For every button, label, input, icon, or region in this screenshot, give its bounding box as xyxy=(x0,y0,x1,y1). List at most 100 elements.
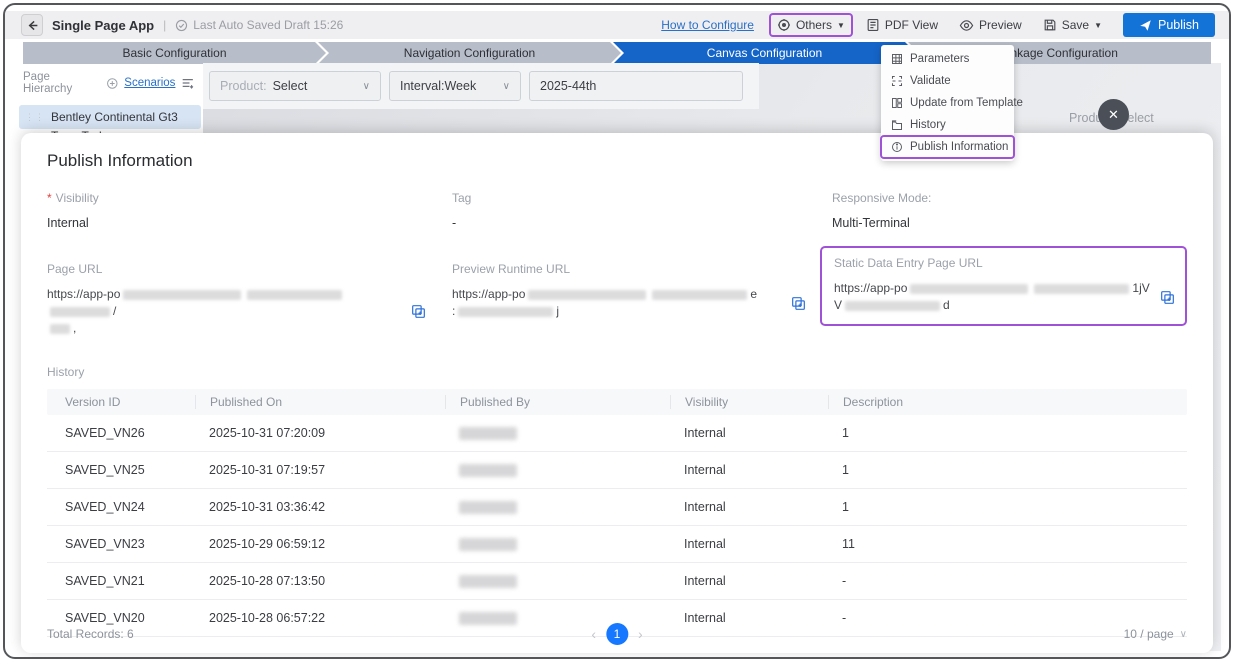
menu-item-label: Publish Information xyxy=(910,141,1008,153)
menu-item-update-from-template[interactable]: Update from Template xyxy=(881,92,1014,114)
floppy-icon xyxy=(1043,18,1057,32)
description-cell: 1 xyxy=(828,426,1187,440)
total-records: Total Records: 6 xyxy=(47,627,134,641)
description-cell: 1 xyxy=(828,463,1187,477)
version-id-cell: SAVED_VN20 xyxy=(47,611,195,625)
panel-title: Publish Information xyxy=(47,151,1187,171)
menu-item-label: Parameters xyxy=(910,53,969,65)
interval-select[interactable]: Interval:Week ∨ xyxy=(389,71,521,101)
description-cell: - xyxy=(828,574,1187,588)
responsive-mode-field: Responsive Mode: Multi-Terminal xyxy=(832,191,1187,230)
published-by-redacted xyxy=(459,464,517,477)
others-label: Others xyxy=(796,18,832,32)
visibility-field: *Visibility Internal xyxy=(47,191,452,230)
arrow-left-icon xyxy=(26,19,39,32)
col-published-on: Published On xyxy=(195,395,445,409)
plus-circle-icon[interactable] xyxy=(106,77,119,90)
scenario-list-icon[interactable] xyxy=(181,77,195,89)
static-data-entry-url-label: Static Data Entry Page URL xyxy=(834,256,1175,270)
next-page-icon[interactable]: › xyxy=(638,626,643,642)
week-value: 2025-44th xyxy=(540,79,596,93)
redacted-text xyxy=(458,307,553,317)
published-by-redacted xyxy=(459,427,517,440)
preview-runtime-url-label: Preview Runtime URL xyxy=(452,262,806,276)
publish-button[interactable]: Publish xyxy=(1123,13,1215,37)
visibility-cell: Internal xyxy=(670,426,828,440)
preview-label: Preview xyxy=(979,18,1022,32)
interval-value: Interval:Week xyxy=(400,79,476,93)
col-description: Description xyxy=(828,395,1187,409)
page-number-button[interactable]: 1 xyxy=(606,623,628,645)
close-button[interactable]: ✕ xyxy=(1098,99,1129,130)
redacted-text xyxy=(50,324,70,334)
copy-icon[interactable] xyxy=(411,304,426,319)
table-row[interactable]: SAVED_VN25 2025-10-31 07:19:57 Internal … xyxy=(47,452,1187,489)
tab-basic-configuration[interactable]: Basic Configuration xyxy=(23,42,326,64)
publish-information-panel: Publish Information * Visibility Internal… xyxy=(21,133,1213,653)
table-row[interactable]: SAVED_VN26 2025-10-31 07:20:09 Internal … xyxy=(47,415,1187,452)
visibility-label: Visibility xyxy=(56,191,99,205)
tag-label: Tag xyxy=(452,191,832,205)
copy-icon[interactable] xyxy=(1160,290,1175,305)
pdf-view-button[interactable]: PDF View xyxy=(860,15,944,35)
grid-icon xyxy=(891,53,903,65)
published-by-redacted xyxy=(459,612,517,625)
redacted-text xyxy=(652,290,747,300)
app-window: Single Page App | Last Auto Saved Draft … xyxy=(3,3,1231,659)
published-by-redacted xyxy=(459,538,517,551)
save-button[interactable]: Save ▼ xyxy=(1037,15,1108,35)
how-to-configure-link[interactable]: How to Configure xyxy=(661,18,754,32)
menu-item-history[interactable]: History xyxy=(881,114,1014,136)
preview-runtime-url-value: https://app-poe :j xyxy=(452,286,781,320)
description-cell: 11 xyxy=(828,537,1187,551)
product-select[interactable]: Product: Select ∨ xyxy=(209,71,381,101)
table-row[interactable]: SAVED_VN24 2025-10-31 03:36:42 Internal … xyxy=(47,489,1187,526)
folder-icon xyxy=(891,119,903,131)
description-cell: - xyxy=(828,611,1187,625)
configuration-steps: Basic Configuration Navigation Configura… xyxy=(23,42,1211,64)
published-on-cell: 2025-10-31 03:36:42 xyxy=(195,500,445,514)
document-icon xyxy=(866,18,880,32)
title-separator: | xyxy=(163,18,166,32)
tab-navigation-configuration[interactable]: Navigation Configuration xyxy=(318,42,621,64)
eye-icon xyxy=(959,18,974,33)
filter-bar: Product: Select ∨ Interval:Week ∨ 2025-4… xyxy=(203,63,759,109)
others-dropdown-menu: Parameters Validate Update from Template… xyxy=(881,45,1014,161)
page-url-field: Page URL https://app-po/ , xyxy=(47,254,452,345)
visibility-cell: Internal xyxy=(670,463,828,477)
required-marker: * xyxy=(47,191,52,205)
published-on-cell: 2025-10-28 06:57:22 xyxy=(195,611,445,625)
page-size-select[interactable]: 10 / page ∨ xyxy=(1124,627,1187,641)
tab-canvas-configuration[interactable]: Canvas Configuration xyxy=(613,42,916,64)
product-value: Select xyxy=(273,79,308,93)
save-label: Save xyxy=(1062,18,1089,32)
drag-handle-icon[interactable]: ⋮⋮ xyxy=(25,112,45,123)
page-size-value: 10 / page xyxy=(1124,627,1174,641)
page-title: Single Page App xyxy=(52,18,154,33)
others-button[interactable]: Others ▼ xyxy=(771,15,851,35)
page-url-value: https://app-po/ , xyxy=(47,286,401,337)
version-id-cell: SAVED_VN23 xyxy=(47,537,195,551)
prev-page-icon[interactable]: ‹ xyxy=(591,626,596,642)
scenario-item-bentley[interactable]: ⋮⋮ Bentley Continental Gt3 xyxy=(19,105,201,129)
scenarios-tab[interactable]: Scenarios xyxy=(124,77,175,89)
preview-button[interactable]: Preview xyxy=(953,15,1028,36)
table-row[interactable]: SAVED_VN21 2025-10-28 07:13:50 Internal … xyxy=(47,563,1187,600)
copy-icon[interactable] xyxy=(791,296,806,311)
week-input[interactable]: 2025-44th xyxy=(529,71,743,101)
version-id-cell: SAVED_VN24 xyxy=(47,500,195,514)
menu-item-parameters[interactable]: Parameters xyxy=(881,48,1014,70)
published-on-cell: 2025-10-31 07:20:09 xyxy=(195,426,445,440)
scenario-item-label: Bentley Continental Gt3 xyxy=(51,110,178,124)
top-toolbar: Single Page App | Last Auto Saved Draft … xyxy=(5,11,1229,39)
menu-item-validate[interactable]: Validate xyxy=(881,70,1014,92)
visibility-cell: Internal xyxy=(670,574,828,588)
visibility-cell: Internal xyxy=(670,611,828,625)
back-button[interactable] xyxy=(21,14,43,36)
scan-icon xyxy=(891,75,903,87)
menu-item-publish-information[interactable]: Publish Information xyxy=(881,136,1014,158)
info-fields-row: *Visibility Internal Tag - Responsive Mo… xyxy=(47,191,1187,230)
tag-field: Tag - xyxy=(452,191,832,230)
table-row[interactable]: SAVED_VN23 2025-10-29 06:59:12 Internal … xyxy=(47,526,1187,563)
version-id-cell: SAVED_VN26 xyxy=(47,426,195,440)
